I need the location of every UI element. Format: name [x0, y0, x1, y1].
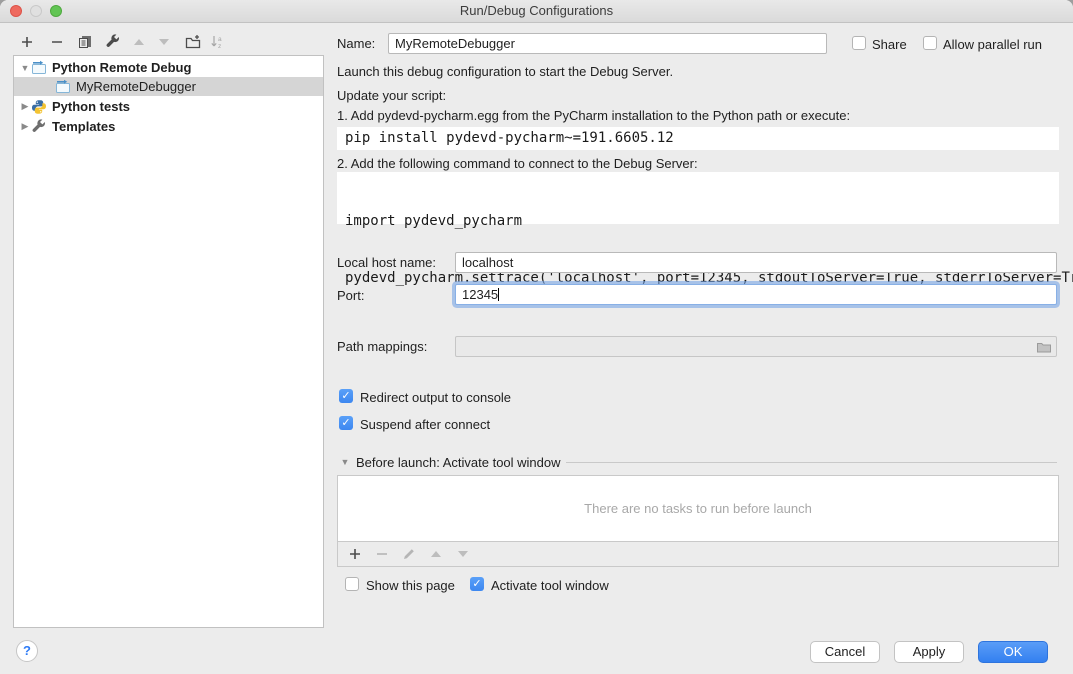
- path-mappings-label: Path mappings:: [337, 339, 427, 354]
- before-launch-toolbar: [337, 542, 1059, 567]
- instruction-line-2: Update your script:: [337, 88, 446, 103]
- tree-item-label: Templates: [52, 119, 115, 134]
- run-debug-configurations-dialog: Run/Debug Configurations az ▼ Python Rem…: [0, 0, 1073, 674]
- tree-item-label: Python tests: [52, 99, 130, 114]
- pip-install-code: pip install pydevd-pycharm~=191.6605.12: [337, 127, 1059, 150]
- instruction-step-2: 2. Add the following command to connect …: [337, 156, 698, 171]
- tree-item-templates[interactable]: ▶ Templates: [14, 117, 323, 136]
- remove-configuration-button[interactable]: [49, 34, 65, 53]
- cancel-button[interactable]: Cancel: [810, 641, 880, 663]
- tree-item-python-remote-debug[interactable]: ▼ Python Remote Debug: [14, 58, 323, 77]
- minus-icon: [49, 34, 65, 50]
- move-task-down-button triangle-down-icon[interactable]: [455, 546, 471, 562]
- instruction-step-1: 1. Add pydevd-pycharm.egg from the PyCha…: [337, 108, 850, 123]
- section-divider: [566, 462, 1057, 463]
- show-this-page-label: Show this page: [366, 578, 455, 593]
- apply-button[interactable]: Apply: [894, 641, 964, 663]
- window-title: Run/Debug Configurations: [0, 3, 1073, 18]
- tree-item-label: Python Remote Debug: [52, 60, 191, 75]
- edit-task-button pencil-icon[interactable]: [401, 546, 417, 562]
- copy-configuration-button[interactable]: [77, 34, 93, 53]
- tree-item-python-tests[interactable]: ▶ Python tests: [14, 97, 323, 116]
- remote-debug-config-icon: [55, 79, 71, 95]
- python-icon: [31, 99, 47, 115]
- suspend-after-connect-checkbox[interactable]: [339, 416, 353, 430]
- allow-parallel-run-checkbox[interactable]: [923, 36, 937, 50]
- question-mark-icon: ?: [23, 643, 31, 658]
- triangle-down-icon: [156, 34, 172, 50]
- sort-configurations-button[interactable]: az: [210, 34, 226, 53]
- share-label: Share: [872, 37, 907, 52]
- instruction-line-1: Launch this debug configuration to start…: [337, 64, 673, 79]
- local-host-name-input[interactable]: localhost: [455, 252, 1057, 273]
- empty-task-list-text: There are no tasks to run before launch: [584, 501, 812, 516]
- move-down-button[interactable]: [156, 34, 172, 53]
- tree-item-myremotedebugger[interactable]: MyRemoteDebugger: [14, 77, 323, 96]
- port-input[interactable]: 12345: [455, 284, 1057, 305]
- copy-icon: [77, 34, 93, 50]
- redirect-output-checkbox[interactable]: [339, 389, 353, 403]
- help-button[interactable]: ?: [16, 640, 38, 662]
- move-up-button[interactable]: [131, 34, 147, 53]
- browse-folder-icon[interactable]: [1036, 339, 1052, 355]
- sort-az-icon: az: [210, 34, 226, 50]
- settrace-code-block: import pydevd_pycharm pydevd_pycharm.set…: [337, 172, 1059, 224]
- activate-tool-window-label: Activate tool window: [491, 578, 609, 593]
- configuration-tree: ▼ Python Remote Debug MyRemoteDebugger ▶…: [13, 55, 324, 628]
- create-folder-button[interactable]: [185, 34, 201, 53]
- name-label: Name:: [337, 36, 375, 51]
- add-task-button plus-icon[interactable]: [347, 546, 363, 562]
- chevron-down-icon[interactable]: ▼: [19, 63, 31, 73]
- show-this-page-checkbox[interactable]: [345, 577, 359, 591]
- local-host-name-label: Local host name:: [337, 255, 436, 270]
- edit-defaults-button[interactable]: [105, 34, 121, 53]
- activate-tool-window-checkbox[interactable]: [470, 577, 484, 591]
- before-launch-header: Before launch: Activate tool window: [356, 455, 561, 470]
- path-mappings-input[interactable]: [455, 336, 1057, 357]
- plus-icon: [19, 34, 35, 50]
- suspend-after-connect-label: Suspend after connect: [360, 417, 490, 432]
- wrench-icon: [31, 119, 47, 135]
- new-folder-icon: [185, 34, 201, 50]
- port-label: Port:: [337, 288, 364, 303]
- title-bar: Run/Debug Configurations: [0, 0, 1073, 23]
- svg-text:z: z: [218, 43, 221, 50]
- text-caret: [498, 288, 499, 301]
- before-launch-collapse-icon[interactable]: ▼: [339, 457, 351, 467]
- redirect-output-label: Redirect output to console: [360, 390, 511, 405]
- remote-debug-config-icon: [31, 60, 47, 76]
- before-launch-task-list[interactable]: There are no tasks to run before launch: [337, 475, 1059, 542]
- move-task-up-button triangle-up-icon[interactable]: [428, 546, 444, 562]
- code-line-import: import pydevd_pycharm: [345, 212, 1051, 231]
- remove-task-button minus-icon[interactable]: [374, 546, 390, 562]
- triangle-up-icon: [131, 34, 147, 50]
- chevron-right-icon[interactable]: ▶: [19, 101, 31, 112]
- wrench-icon: [105, 34, 121, 50]
- svg-text:a: a: [218, 36, 222, 43]
- allow-parallel-run-label: Allow parallel run: [943, 37, 1042, 52]
- ok-button[interactable]: OK: [978, 641, 1048, 663]
- add-configuration-button[interactable]: [19, 34, 35, 53]
- share-checkbox[interactable]: [852, 36, 866, 50]
- name-input[interactable]: MyRemoteDebugger: [388, 33, 827, 54]
- chevron-right-icon[interactable]: ▶: [19, 121, 31, 132]
- tree-item-label: MyRemoteDebugger: [76, 79, 196, 94]
